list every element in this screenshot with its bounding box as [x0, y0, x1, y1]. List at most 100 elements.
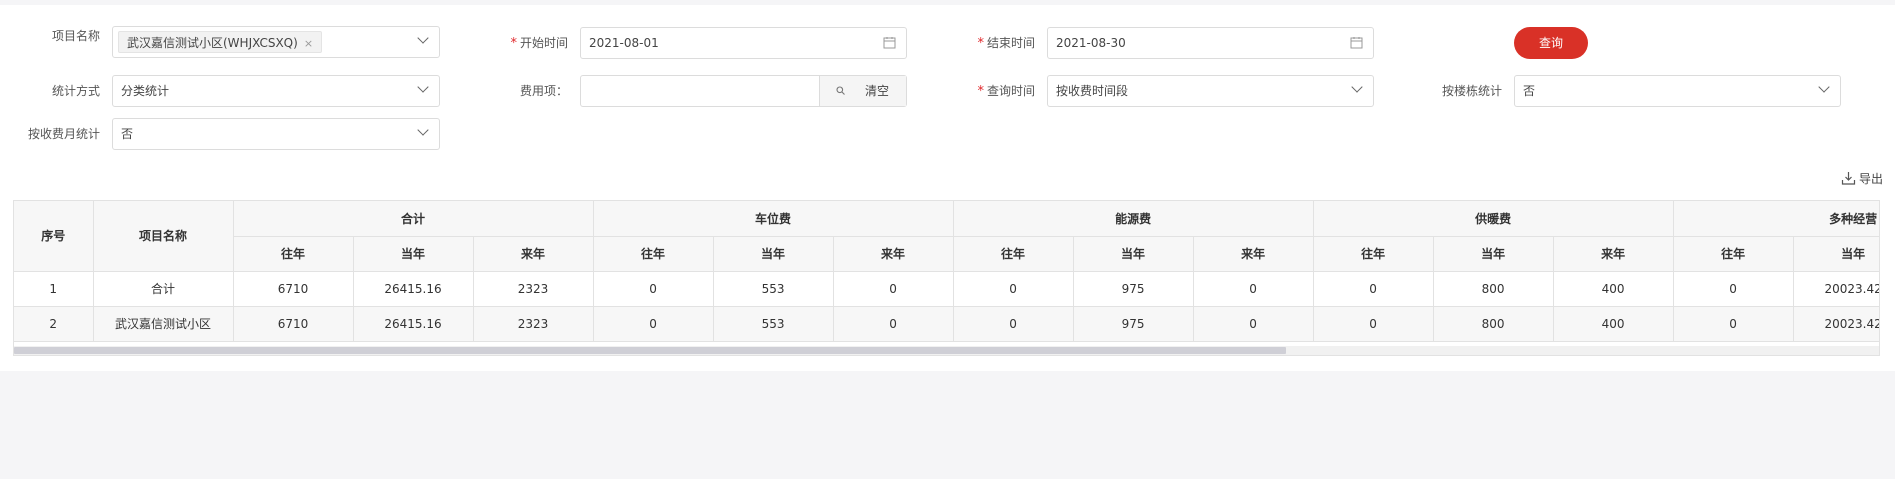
end-date-input[interactable]: 2021-08-30: [1047, 27, 1374, 59]
table-cell: 6710: [233, 271, 354, 307]
table-cell: 20023.42: [1793, 306, 1879, 342]
table-cell: 0: [833, 306, 954, 342]
table-cell: 0: [593, 271, 714, 307]
subheader-cell: 当年: [1073, 236, 1194, 272]
table-cell: 0: [1313, 306, 1434, 342]
row-index: 1: [14, 271, 94, 307]
group-header: 能源费: [953, 201, 1314, 237]
stat-method-select[interactable]: 分类统计: [112, 75, 440, 107]
project-select[interactable]: 武汉嘉信测试小区(WHJXCSXQ) ×: [112, 26, 440, 58]
table-cell: 0: [1673, 306, 1794, 342]
table-cell: 0: [953, 306, 1074, 342]
chevron-down-icon: [1818, 81, 1830, 93]
start-date-label-text: 开始时间: [519, 36, 568, 50]
export-button[interactable]: 导出: [1841, 169, 1883, 189]
subheader-cell: 来年: [833, 236, 954, 272]
chevron-down-icon: [417, 81, 429, 93]
subheader-cell: 往年: [1313, 236, 1434, 272]
query-time-label-text: 查询时间: [986, 84, 1035, 98]
table-cell: 800: [1433, 306, 1554, 342]
subheader-cell: 往年: [593, 236, 714, 272]
end-date-label: * 结束时间: [947, 33, 1035, 53]
table-cell: 0: [953, 271, 1074, 307]
export-label: 导出: [1858, 172, 1883, 186]
download-icon: [1841, 172, 1856, 185]
start-date-label: * 开始时间: [480, 33, 568, 53]
table-cell: 975: [1073, 271, 1194, 307]
table-cell: 2323: [473, 306, 594, 342]
row-project-name: 合计: [93, 271, 234, 307]
query-button[interactable]: 查询: [1514, 27, 1588, 59]
subheader-cell: 来年: [1193, 236, 1314, 272]
table-cell: 0: [1193, 271, 1314, 307]
group-header: 供暖费: [1313, 201, 1674, 237]
by-building-value: 否: [1523, 84, 1536, 98]
fee-item-input[interactable]: 清空: [580, 75, 907, 107]
table-row: 2 武汉嘉信测试小区 6710 26415.16 2323 0 553 0 0 975 0 0 800 4…: [14, 306, 1879, 342]
table-cell: 2323: [473, 271, 594, 307]
by-month-value: 否: [121, 127, 134, 141]
row-index: 2: [14, 306, 94, 342]
group-header: 合计: [233, 201, 594, 237]
project-tag: 武汉嘉信测试小区(WHJXCSXQ) ×: [118, 31, 323, 53]
subheader-cell: 当年: [713, 236, 834, 272]
horizontal-scrollbar[interactable]: [14, 346, 1879, 355]
calendar-icon: [1350, 37, 1363, 49]
subheader-cell: 当年: [1433, 236, 1554, 272]
search-icon: [836, 86, 845, 95]
table-cell: 26415.16: [353, 306, 474, 342]
subheader-row: 往年当年来年往年当年来年往年当年来年往年当年来年往年当年来年: [14, 236, 1879, 272]
table-cell: 26415.16: [353, 271, 474, 307]
scrollbar-thumb[interactable]: [14, 347, 1286, 354]
start-date-value: 2021-08-01: [589, 36, 659, 50]
col-project-header: 项目名称: [93, 201, 234, 272]
required-mark: *: [510, 36, 517, 51]
by-month-label: 按收费月统计: [27, 127, 100, 141]
subheader-cell: 当年: [1793, 236, 1879, 272]
table-cell: 400: [1553, 271, 1674, 307]
stat-method-value: 分类统计: [121, 84, 170, 98]
query-time-value: 按收费时间段: [1056, 84, 1129, 98]
end-date-label-text: 结束时间: [986, 36, 1035, 50]
end-date-value: 2021-08-30: [1056, 36, 1126, 50]
table-cell: 0: [1673, 271, 1794, 307]
table-cell: 6710: [233, 306, 354, 342]
by-building-select[interactable]: 否: [1514, 75, 1841, 107]
subheader-cell: 往年: [1673, 236, 1794, 272]
table-cell: 0: [593, 306, 714, 342]
data-table-wrap: 序号 项目名称 合计 车位费 能源费 供暖费 多种经营 往年 当年 来年 往年 当年 来年…: [13, 200, 1880, 356]
table-cell: 0: [1313, 271, 1434, 307]
subheader-cell: 当年: [353, 236, 474, 272]
fee-search-clear-button[interactable]: 清空: [819, 76, 906, 106]
start-date-input[interactable]: 2021-08-01: [580, 27, 907, 59]
project-tag-text: 武汉嘉信测试小区(WHJXCSXQ): [127, 36, 298, 50]
chevron-down-icon: [417, 32, 429, 44]
project-label: 项目名称: [51, 29, 100, 43]
subheader-cell: 往年: [233, 236, 354, 272]
table-cell: 0: [833, 271, 954, 307]
query-time-label: * 查询时间: [947, 81, 1035, 101]
chevron-down-icon: [417, 124, 429, 136]
tag-close-icon[interactable]: ×: [304, 37, 313, 50]
table-cell: 800: [1433, 271, 1554, 307]
fee-item-label: 费用项：: [519, 84, 568, 98]
group-header: 车位费: [593, 201, 954, 237]
table-cell: 975: [1073, 306, 1194, 342]
table-cell: 400: [1553, 306, 1674, 342]
query-time-select[interactable]: 按收费时间段: [1047, 75, 1374, 107]
data-table: 序号 项目名称 合计 车位费 能源费 供暖费 多种经营 往年 当年 来年 往年 当年 来年…: [14, 201, 1879, 342]
by-building-label: 按楼栋统计: [1441, 84, 1502, 98]
chevron-down-icon: [1351, 81, 1363, 93]
main-panel: 项目名称 武汉嘉信测试小区(WHJXCSXQ) × * 开始时间 2021-08-0…: [0, 5, 1895, 371]
clear-label: 清空: [865, 84, 890, 98]
subheader-cell: 来年: [1553, 236, 1674, 272]
by-month-select[interactable]: 否: [112, 118, 440, 150]
subheader-cell: 往年: [953, 236, 1074, 272]
required-mark: *: [977, 36, 984, 51]
table-cell: 553: [713, 271, 834, 307]
row-project-name: 武汉嘉信测试小区: [93, 306, 234, 342]
subheader-cell: 来年: [473, 236, 594, 272]
col-index-header: 序号: [14, 201, 94, 272]
table-cell: 20023.42: [1793, 271, 1879, 307]
calendar-icon: [883, 37, 896, 49]
